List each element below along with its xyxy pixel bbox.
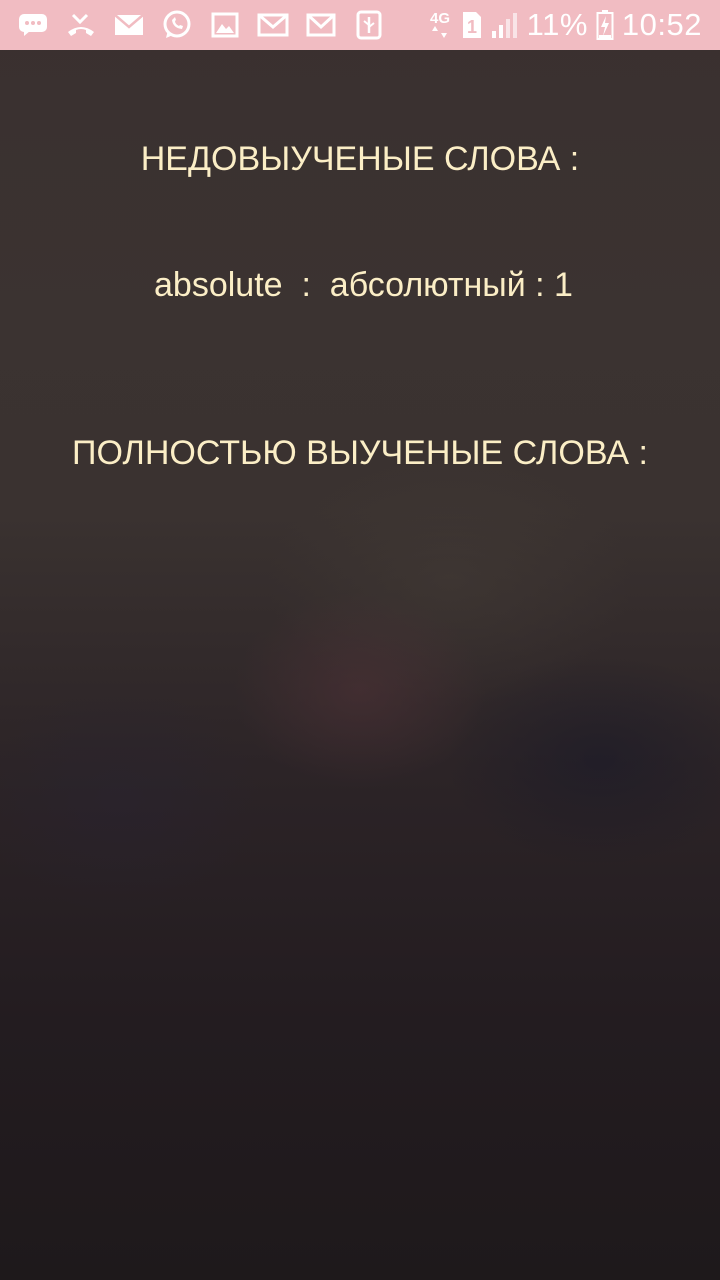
missed-call-icon (64, 10, 98, 40)
network-type-icon: 4G (429, 8, 453, 42)
network-label: 4G (430, 10, 450, 27)
sim-icon: 1 (461, 10, 483, 40)
gmail-icon (304, 10, 338, 40)
separator: : (525, 266, 555, 304)
separator: : (282, 266, 330, 304)
learned-words-heading: ПОЛНОСТЬЮ ВЫУЧЕНЫЕ СЛОВА : (72, 434, 648, 472)
battery-percent: 11% (526, 7, 588, 42)
word-text: absolute (154, 266, 283, 304)
battery-charging-icon (596, 9, 614, 41)
background-image (0, 0, 720, 1280)
repeat-count: 1 (554, 266, 573, 304)
messages-icon (16, 10, 50, 40)
gallery-icon (208, 10, 242, 40)
list-item: absolute : абсолютный : 1 (154, 266, 573, 305)
gmail-icon (256, 10, 290, 40)
sim-label: 1 (467, 17, 477, 37)
whatsapp-icon (160, 10, 194, 40)
status-bar: 4G 1 11% 10:52 (0, 0, 720, 50)
signal-icon (491, 11, 519, 39)
system-indicators: 4G 1 11% 10:52 (429, 0, 702, 50)
clock: 10:52 (621, 7, 702, 42)
notification-icons (16, 0, 386, 50)
translation-text: абсолютный (329, 266, 526, 304)
mail-icon (112, 10, 146, 40)
usb-icon (352, 10, 386, 40)
unlearned-words-heading: НЕДОВЫУЧЕНЫЕ СЛОВА : (140, 140, 580, 178)
